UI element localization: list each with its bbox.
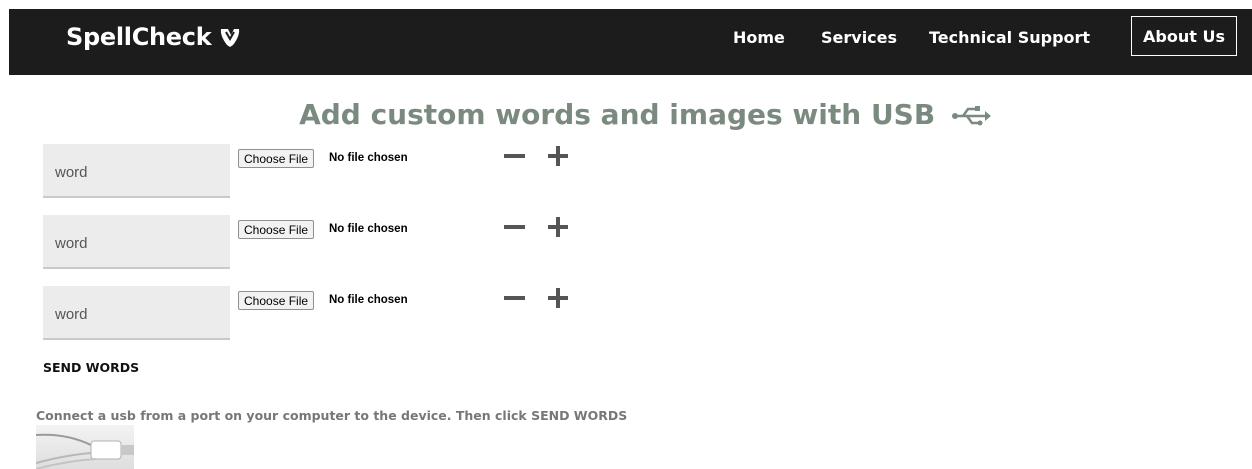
minus-icon[interactable]	[504, 296, 525, 300]
word-input[interactable]: word	[43, 286, 230, 340]
word-row: word Choose File No file chosen	[43, 286, 743, 344]
file-status-text: No file chosen	[329, 152, 408, 164]
file-status-text: No file chosen	[329, 294, 408, 306]
brand-logo[interactable]: SpellCheck	[66, 23, 241, 51]
choose-file-button[interactable]: Choose File	[238, 220, 315, 239]
minus-icon[interactable]	[504, 225, 525, 229]
page-title-text: Add custom words and images with USB	[299, 98, 936, 131]
top-navbar: SpellCheck Home Services Technical Suppo…	[9, 9, 1252, 75]
nav-technical-support[interactable]: Technical Support	[929, 28, 1090, 47]
usb-instructions: Connect a usb from a port on your comput…	[36, 408, 628, 423]
plus-icon[interactable]	[548, 146, 568, 166]
choose-file-button[interactable]: Choose File	[238, 149, 315, 168]
minus-icon[interactable]	[504, 154, 525, 158]
word-input[interactable]: word	[43, 144, 230, 198]
send-words-button[interactable]: SEND WORDS	[43, 360, 139, 375]
nav-services[interactable]: Services	[821, 28, 897, 47]
plus-icon[interactable]	[548, 288, 568, 308]
file-status-text: No file chosen	[329, 223, 408, 235]
page-title: Add custom words and images with USB	[0, 98, 1252, 131]
brand-name: SpellCheck	[66, 23, 212, 51]
word-input[interactable]: word	[43, 215, 230, 269]
word-row: word Choose File No file chosen	[43, 144, 743, 202]
usb-icon	[951, 106, 991, 126]
plus-icon[interactable]	[548, 217, 568, 237]
choose-file-button[interactable]: Choose File	[238, 291, 315, 310]
usb-connection-image	[36, 425, 134, 469]
usb-cable-illustration	[36, 433, 134, 469]
nav-about-us-button[interactable]: About Us	[1131, 16, 1237, 56]
nav-home[interactable]: Home	[733, 28, 785, 47]
word-row: word Choose File No file chosen	[43, 215, 743, 273]
typo3-shield-icon	[221, 29, 240, 47]
